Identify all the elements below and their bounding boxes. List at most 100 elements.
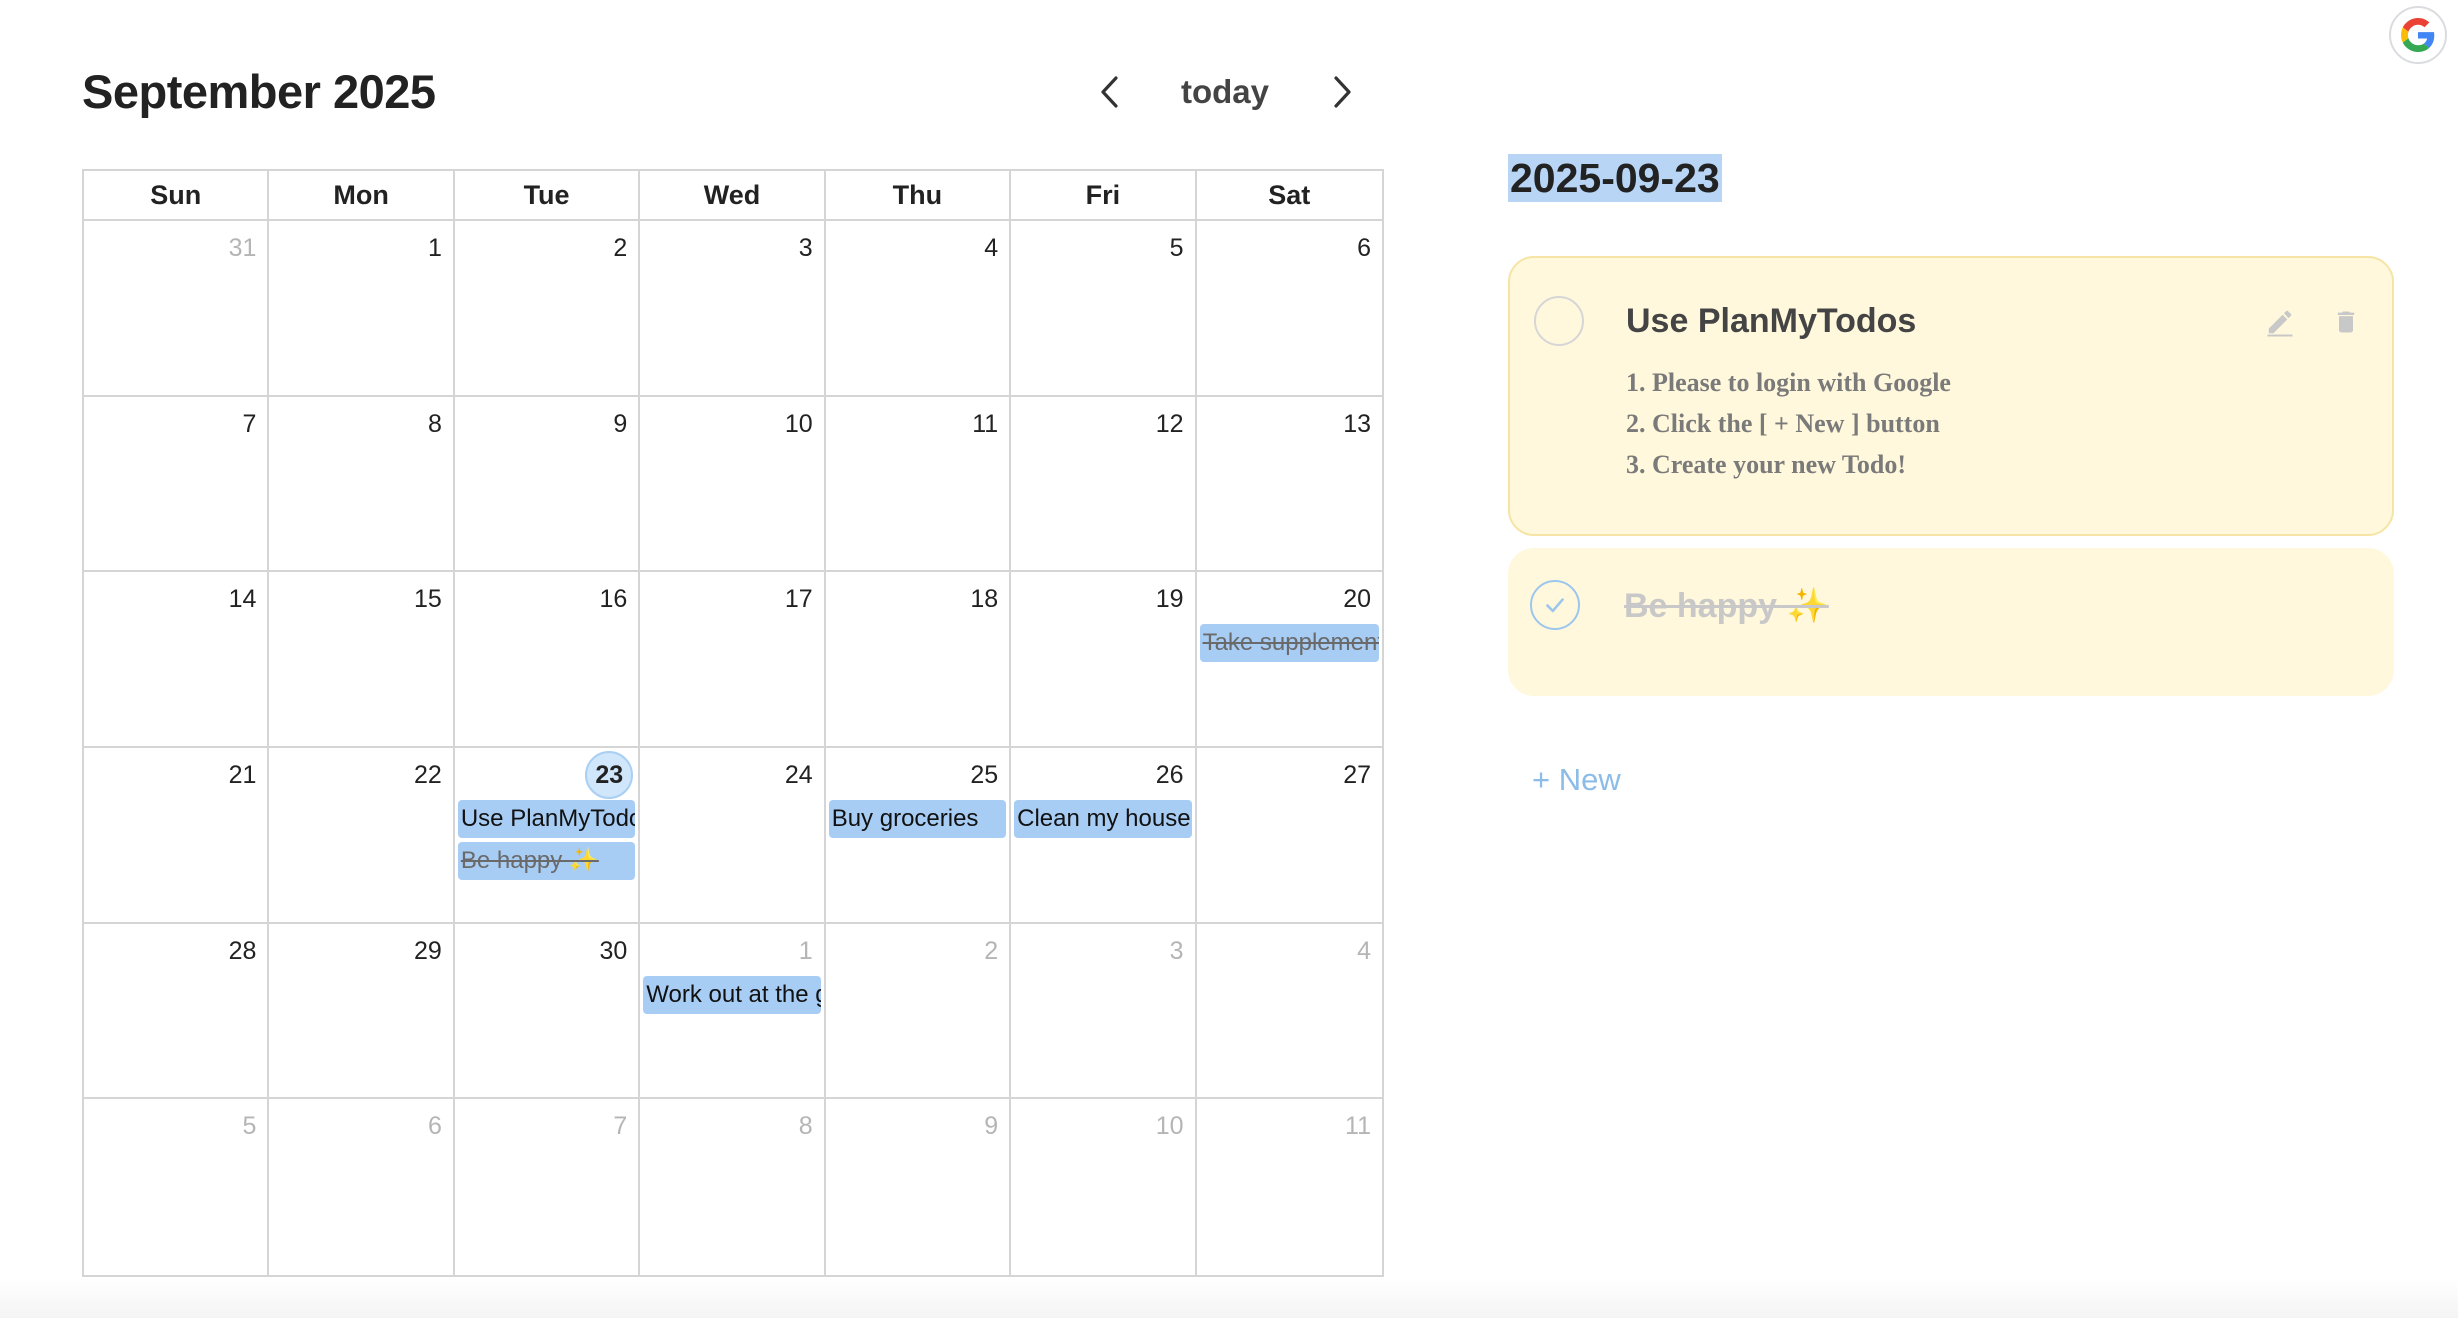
calendar-week-row: 7 8 9 10 11 12 13 bbox=[84, 396, 1382, 573]
calendar-day-cell[interactable]: 7 bbox=[455, 1099, 641, 1275]
calendar-day-cell[interactable]: 11 bbox=[826, 396, 1012, 571]
calendar-event[interactable]: Use PlanMyTodos bbox=[457, 800, 636, 838]
day-number: 2 bbox=[984, 936, 999, 965]
calendar-day-cell[interactable]: 1 Work out at the gym bbox=[640, 923, 826, 1098]
calendar-day-cell[interactable]: 4 bbox=[1197, 924, 1382, 1098]
calendar-day-cell[interactable]: 10 bbox=[1011, 1099, 1197, 1275]
calendar-day-cell[interactable]: 28 bbox=[84, 923, 270, 1098]
google-login-button[interactable] bbox=[2389, 6, 2447, 64]
calendar-day-cell[interactable]: 21 bbox=[84, 748, 270, 922]
calendar-day-cell[interactable]: 5 bbox=[84, 1099, 270, 1275]
weekday-header: Sun bbox=[84, 171, 270, 219]
day-number: 11 bbox=[1345, 1112, 1371, 1141]
calendar-day-cell[interactable]: 12 bbox=[1011, 396, 1197, 571]
calendar-day-cell[interactable]: 11 bbox=[1197, 1099, 1382, 1275]
calendar-event[interactable]: Work out at the gym bbox=[643, 975, 821, 1014]
todo-checkbox-checked[interactable] bbox=[1530, 580, 1580, 630]
calendar-day-cell[interactable]: 31 bbox=[84, 221, 270, 395]
day-number: 9 bbox=[613, 409, 628, 438]
day-number: 20 bbox=[1343, 585, 1371, 614]
calendar-day-cell[interactable]: 17 bbox=[640, 572, 826, 746]
calendar-weeks: 31 1 2 3 4 5 6 7 8 9 10 11 12 13 14 15 16 17 18 19 20 Take su… bbox=[84, 221, 1382, 1275]
calendar-day-cell[interactable]: 5 bbox=[1011, 221, 1197, 395]
day-number: 6 bbox=[1357, 234, 1371, 262]
calendar-day-cell[interactable]: 30 bbox=[455, 923, 641, 1098]
weekday-header-row: Sun Mon Tue Wed Thu Fri Sat bbox=[84, 171, 1382, 221]
calendar-day-cell[interactable]: 2 bbox=[455, 221, 641, 395]
todo-card: Use PlanMyTodos 1. Please to login with … bbox=[1508, 256, 2394, 536]
calendar-day-cell[interactable]: 19 bbox=[1011, 572, 1197, 746]
calendar-day-cell[interactable]: 16 bbox=[455, 572, 641, 746]
calendar-day-cell[interactable]: 13 bbox=[1197, 397, 1382, 571]
todo-description-line: 3. Create your new Todo! bbox=[1626, 450, 1906, 479]
calendar-day-cell[interactable]: 9 bbox=[455, 396, 641, 571]
calendar-day-cell[interactable]: 8 bbox=[269, 396, 455, 571]
chevron-right-icon bbox=[1334, 76, 1351, 108]
delete-todo-button[interactable] bbox=[2328, 304, 2364, 340]
check-icon bbox=[1546, 598, 1564, 613]
calendar-week-row: 28 29 30 1 Work out at the gym 2 3 4 bbox=[84, 923, 1382, 1100]
new-todo-button[interactable]: + New bbox=[1532, 762, 1621, 798]
day-number: 6 bbox=[427, 1112, 442, 1141]
edit-todo-button[interactable] bbox=[2262, 304, 2298, 340]
day-number: 4 bbox=[984, 234, 999, 262]
calendar-day-cell[interactable]: 14 bbox=[84, 572, 270, 746]
next-month-button[interactable] bbox=[1322, 72, 1362, 112]
day-number: 10 bbox=[784, 409, 813, 438]
calendar-week-row: 21 22 23 Use PlanMyTodos Be happy ✨ 24 25 Buy g… bbox=[84, 748, 1382, 924]
calendar-event[interactable]: Buy groceries bbox=[828, 800, 1007, 838]
day-number: 19 bbox=[1155, 585, 1184, 614]
calendar-day-cell[interactable]: 2 bbox=[826, 923, 1012, 1098]
calendar-day-cell[interactable]: 6 bbox=[269, 1099, 455, 1275]
calendar-day-cell[interactable]: 1 bbox=[269, 221, 455, 395]
day-number: 4 bbox=[1357, 936, 1371, 965]
calendar-day-cell-today[interactable]: 23 Use PlanMyTodos Be happy ✨ bbox=[455, 748, 641, 922]
day-number: 2 bbox=[613, 234, 628, 262]
selected-date-heading: 2025-09-23 bbox=[1508, 154, 1722, 202]
weekday-header: Thu bbox=[826, 171, 1012, 219]
todo-checkbox[interactable] bbox=[1534, 296, 1584, 346]
day-number: 11 bbox=[972, 409, 999, 438]
day-number: 10 bbox=[1155, 1112, 1184, 1141]
calendar-day-cell[interactable]: 20 Take supplements bbox=[1197, 572, 1382, 746]
calendar-day-cell[interactable]: 6 bbox=[1197, 221, 1382, 395]
day-number: 7 bbox=[242, 409, 257, 438]
calendar-day-cell[interactable]: 8 bbox=[640, 1099, 826, 1275]
day-number: 26 bbox=[1155, 761, 1184, 789]
calendar-day-cell[interactable]: 25 Buy groceries bbox=[826, 748, 1012, 922]
calendar-day-cell[interactable]: 27 bbox=[1197, 748, 1382, 922]
calendar-event[interactable]: Take supplements bbox=[1199, 624, 1379, 663]
calendar-day-cell[interactable]: 10 bbox=[640, 396, 826, 571]
calendar-day-cell[interactable]: 3 bbox=[640, 221, 826, 395]
calendar-day-cell[interactable]: 29 bbox=[269, 923, 455, 1098]
today-day-number: 23 bbox=[585, 751, 634, 799]
calendar-day-cell[interactable]: 7 bbox=[84, 396, 270, 571]
google-g-icon bbox=[2401, 18, 2435, 52]
bottom-shade bbox=[0, 1278, 2458, 1318]
calendar-day-cell[interactable]: 22 bbox=[269, 748, 455, 922]
calendar-event[interactable]: Clean my house bbox=[1014, 800, 1192, 838]
calendar-day-cell[interactable]: 4 bbox=[826, 221, 1012, 395]
calendar-day-cell[interactable]: 26 Clean my house bbox=[1011, 748, 1197, 922]
month-calendar: Sun Mon Tue Wed Thu Fri Sat 31 1 2 3 4 5 6 7 8 9 10 11 12 1… bbox=[82, 169, 1384, 1277]
calendar-day-cell[interactable]: 9 bbox=[826, 1099, 1012, 1275]
calendar-event[interactable]: Be happy ✨ bbox=[457, 842, 636, 880]
todo-card: Be happy ✨ bbox=[1508, 548, 2394, 696]
day-number: 15 bbox=[414, 585, 442, 614]
weekday-header: Mon bbox=[269, 171, 455, 219]
calendar-day-cell[interactable]: 3 bbox=[1011, 923, 1197, 1098]
todo-description-line: 1. Please to login with Google bbox=[1626, 368, 1951, 397]
day-number: 17 bbox=[784, 585, 813, 614]
day-number: 31 bbox=[228, 234, 257, 262]
weekday-header: Wed bbox=[640, 171, 826, 219]
calendar-day-cell[interactable]: 24 bbox=[640, 748, 826, 922]
weekday-header: Sat bbox=[1268, 180, 1311, 210]
today-button[interactable]: today bbox=[1170, 70, 1280, 114]
day-number: 27 bbox=[1343, 761, 1371, 789]
calendar-day-cell[interactable]: 18 bbox=[826, 572, 1012, 746]
todo-title: Be happy ✨ bbox=[1624, 587, 1829, 625]
day-number: 9 bbox=[984, 1112, 999, 1141]
prev-month-button[interactable] bbox=[1090, 72, 1130, 112]
calendar-day-cell[interactable]: 15 bbox=[269, 572, 455, 746]
trash-icon bbox=[2337, 311, 2355, 333]
